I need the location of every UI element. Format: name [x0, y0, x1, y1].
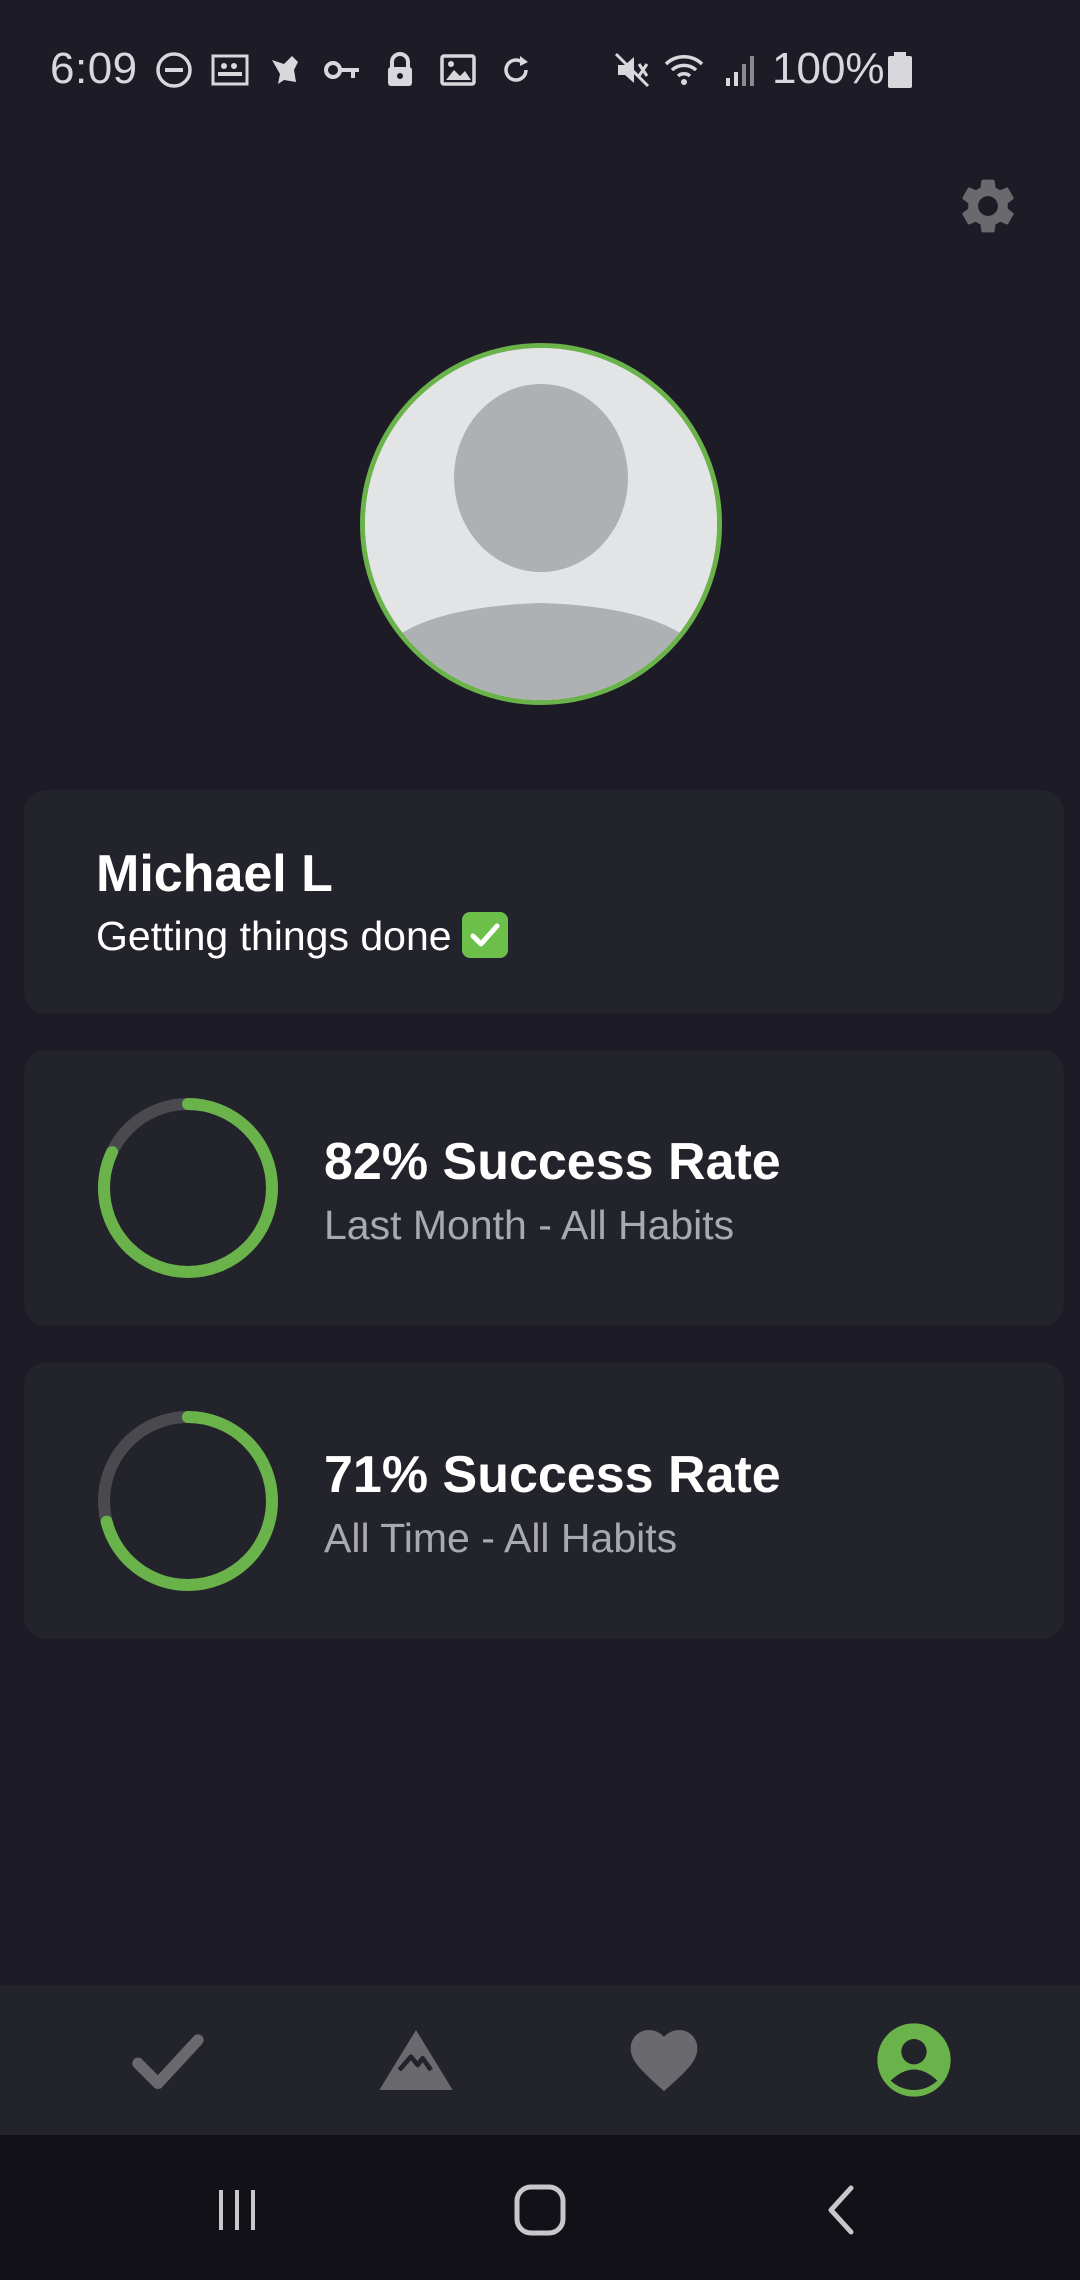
nav-goals[interactable]: [366, 2010, 466, 2110]
heart-icon: [630, 2030, 698, 2092]
progress-ring: [94, 1094, 282, 1282]
wifi-icon: [664, 50, 714, 90]
home-button[interactable]: [495, 2165, 585, 2255]
battery-icon: [880, 50, 912, 90]
nav-habits[interactable]: [118, 2010, 218, 2110]
avatar[interactable]: [360, 343, 722, 705]
account-icon: [877, 2023, 951, 2097]
recent-apps-button[interactable]: [192, 2165, 282, 2255]
recent-apps-icon: [219, 2190, 255, 2230]
bird-icon: [266, 50, 306, 90]
profile-name: Michael L: [96, 845, 333, 903]
check-mark-button-icon: [461, 912, 508, 958]
check-icon: [132, 2034, 204, 2089]
stat-title: 82% Success Rate: [324, 1133, 781, 1191]
nav-profile[interactable]: [864, 2010, 964, 2110]
mute-icon: [612, 50, 652, 90]
profile-card: Michael L Getting things done: [24, 790, 1064, 1014]
battery-percentage: 100%: [772, 44, 885, 93]
back-icon: [828, 2185, 854, 2235]
default-avatar-icon: [365, 348, 717, 700]
back-button[interactable]: [798, 2165, 888, 2255]
status-time: 6:09: [50, 44, 138, 93]
bottom-navigation: [0, 1985, 1080, 2135]
stat-subtitle: All Time - All Habits: [324, 1515, 678, 1561]
stat-card[interactable]: 71% Success Rate All Time - All Habits: [24, 1363, 1064, 1639]
settings-button[interactable]: [952, 170, 1024, 242]
progress-ring: [94, 1407, 282, 1595]
key-icon: [322, 50, 362, 90]
stat-subtitle: Last Month - All Habits: [324, 1202, 735, 1248]
stat-card[interactable]: 82% Success Rate Last Month - All Habits: [24, 1050, 1064, 1326]
status-bar: 6:09 100%: [0, 0, 1080, 140]
nav-favorites[interactable]: [614, 2010, 714, 2110]
do-not-disturb-icon: [154, 50, 194, 90]
mountain-icon: [379, 2030, 453, 2090]
home-icon: [514, 2184, 566, 2236]
profile-status-line: Getting things done: [96, 912, 508, 960]
caption-icon: [210, 50, 250, 90]
stat-title: 71% Success Rate: [324, 1446, 781, 1504]
sync-icon: [496, 50, 536, 90]
gear-icon: [962, 179, 1014, 233]
profile-status-text: Getting things done: [96, 913, 452, 959]
lock-icon: [380, 50, 420, 90]
image-icon: [438, 50, 478, 90]
system-navigation-bar: [0, 2135, 1080, 2280]
signal-icon: [722, 50, 762, 90]
